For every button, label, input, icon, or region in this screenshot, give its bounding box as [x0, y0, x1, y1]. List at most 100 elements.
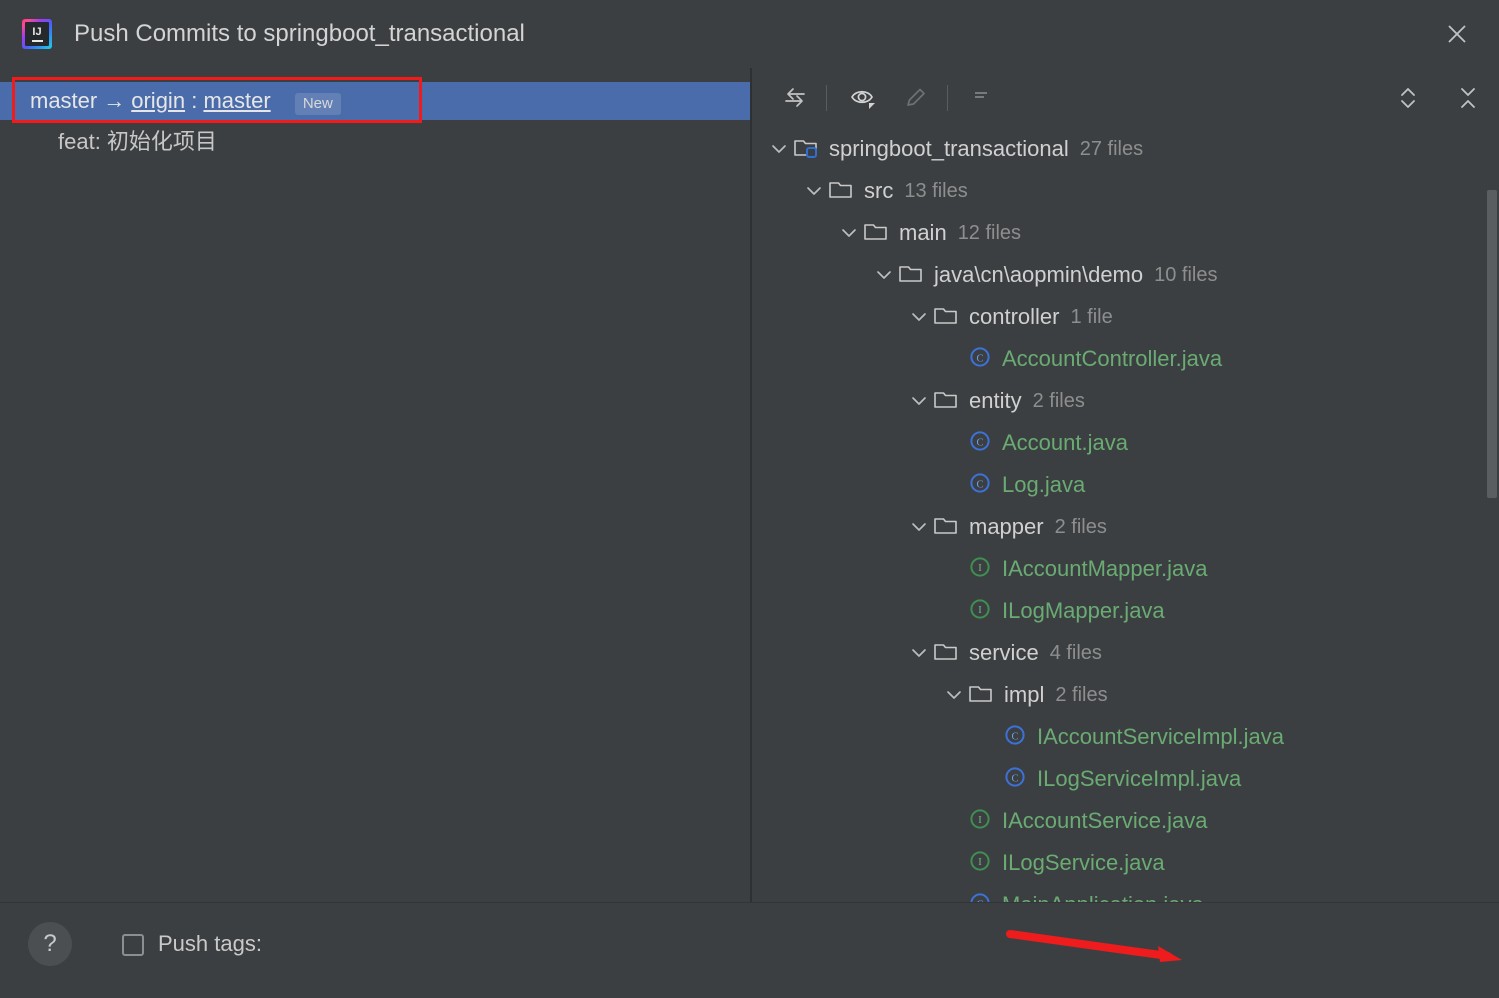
changed-files-tree[interactable]: springboot_transactional 27 files src 13 fi…: [752, 128, 1499, 902]
chevron-down-icon[interactable]: [911, 648, 927, 658]
new-branch-badge: New: [294, 93, 341, 115]
java-interface-icon: I: [967, 806, 993, 837]
tree-row[interactable]: controller 1 file: [752, 296, 1499, 338]
java-class-icon: C: [967, 344, 993, 375]
target-branch-link[interactable]: master: [203, 88, 270, 113]
tree-row[interactable]: I IAccountMapper.java: [752, 548, 1499, 590]
preview-diff-icon[interactable]: [841, 78, 887, 118]
tree-node-file-count: 10 files: [1154, 263, 1218, 286]
source-branch-label: master: [30, 88, 98, 113]
tree-expander[interactable]: [801, 178, 827, 204]
tree-expander[interactable]: [906, 640, 932, 666]
tree-row[interactable]: C MainApplication.java: [752, 884, 1499, 902]
tree-row[interactable]: C Account.java: [752, 422, 1499, 464]
tree-node-label: entity: [969, 388, 1022, 413]
tree-scrollbar-thumb[interactable]: [1487, 190, 1497, 498]
tree-node-file-count: 27 files: [1079, 137, 1144, 160]
tree-expander[interactable]: [871, 262, 897, 288]
tree-row[interactable]: impl 2 files: [752, 674, 1499, 716]
tree-node-label: IAccountMapper.java: [1002, 556, 1208, 581]
help-button[interactable]: ?: [28, 922, 72, 966]
tree-node-label: main: [899, 220, 947, 245]
tree-row[interactable]: service 4 files: [752, 632, 1499, 674]
tree-node-label: mapper: [969, 514, 1044, 539]
folder-icon: [932, 386, 960, 417]
folder-icon: [897, 260, 925, 291]
chevron-down-icon[interactable]: [911, 522, 927, 532]
tree-row[interactable]: C IAccountServiceImpl.java: [752, 716, 1499, 758]
expand-all-icon[interactable]: [1385, 78, 1431, 118]
tree-node-label: impl: [1004, 682, 1045, 707]
changed-files-panel: springboot_transactional 27 files src 13 fi…: [752, 68, 1499, 902]
chevron-down-icon[interactable]: [946, 690, 962, 700]
java-class-icon: C: [967, 470, 993, 501]
tree-node-file-count: 1 file: [1070, 305, 1113, 328]
tree-row[interactable]: I ILogService.java: [752, 842, 1499, 884]
chevron-down-icon[interactable]: [876, 270, 892, 280]
tree-expander[interactable]: [906, 388, 932, 414]
tree-row[interactable]: main 12 files: [752, 212, 1499, 254]
tree-row[interactable]: C ILogServiceImpl.java: [752, 758, 1499, 800]
dialog-title: Push Commits to springboot_transactional: [74, 20, 525, 47]
tree-scrollbar-track[interactable]: [1486, 128, 1499, 902]
tree-node-label: IAccountServiceImpl.java: [1037, 724, 1284, 749]
java-interface-icon: I: [967, 554, 993, 585]
folder-icon: [967, 680, 995, 711]
push-branch-row[interactable]: master → origin : master New: [0, 82, 750, 120]
tree-row[interactable]: springboot_transactional 27 files: [752, 128, 1499, 170]
tree-row[interactable]: src 13 files: [752, 170, 1499, 212]
push-tags-checkbox[interactable]: [122, 934, 144, 956]
chevron-down-icon[interactable]: [911, 312, 927, 322]
svg-text:I: I: [978, 605, 982, 616]
tree-row[interactable]: entity 2 files: [752, 380, 1499, 422]
edit-source-icon[interactable]: [893, 78, 939, 118]
chevron-down-icon[interactable]: [771, 144, 787, 154]
java-interface-icon: I: [967, 596, 993, 627]
tree-node-label: ILogServiceImpl.java: [1037, 766, 1242, 791]
tree-expander[interactable]: [941, 682, 967, 708]
tree-node-file-count: 4 files: [1049, 641, 1102, 664]
tree-row[interactable]: mapper 2 files: [752, 506, 1499, 548]
group-by-directory-icon[interactable]: [772, 78, 818, 118]
java-interface-icon: I: [967, 848, 993, 879]
java-class-icon: C: [967, 344, 993, 375]
tree-node-label: ILogService.java: [1002, 850, 1165, 875]
commit-message-row[interactable]: feat: 初始化项目: [58, 124, 217, 156]
tree-node-label: src: [864, 178, 894, 203]
tree-expander[interactable]: [766, 136, 792, 162]
tree-row[interactable]: I IAccountService.java: [752, 800, 1499, 842]
java-class-icon: C: [1002, 764, 1028, 795]
close-icon[interactable]: [1441, 18, 1473, 50]
chevron-down-icon[interactable]: [806, 186, 822, 196]
tree-expander[interactable]: [906, 304, 932, 330]
show-details-icon[interactable]: [962, 78, 1008, 118]
repository-folder-icon: [792, 134, 820, 165]
tree-row[interactable]: C Log.java: [752, 464, 1499, 506]
tree-node-label: ILogMapper.java: [1002, 598, 1165, 623]
repository-folder-icon: [792, 134, 820, 165]
dialog-button-bar: ? Push tags: All Push Cancel CSDN @白豆五: [0, 902, 1499, 998]
logo-underscore: [31, 39, 43, 42]
folder-icon: [932, 512, 960, 543]
tree-row[interactable]: C AccountController.java: [752, 338, 1499, 380]
remote-link[interactable]: origin: [131, 88, 185, 113]
java-class-icon: C: [967, 890, 993, 902]
tree-node-label: Account.java: [1002, 430, 1128, 455]
tree-expander[interactable]: [836, 220, 862, 246]
tree-node-file-count: 13 files: [904, 179, 968, 202]
folder-icon: [862, 218, 890, 249]
folder-icon: [967, 680, 995, 711]
tree-node-label: Log.java: [1002, 472, 1086, 497]
java-class-icon: C: [1002, 722, 1028, 753]
folder-icon: [897, 260, 925, 291]
chevron-down-icon[interactable]: [911, 396, 927, 406]
folder-icon: [932, 302, 960, 333]
tree-row[interactable]: I ILogMapper.java: [752, 590, 1499, 632]
chevron-down-icon[interactable]: [841, 228, 857, 238]
folder-icon: [862, 218, 890, 249]
java-class-icon: C: [1002, 722, 1028, 753]
tree-expander[interactable]: [906, 514, 932, 540]
tree-row[interactable]: java\cn\aopmin\demo 10 files: [752, 254, 1499, 296]
collapse-all-icon[interactable]: [1445, 78, 1491, 118]
tree-node-label: IAccountService.java: [1002, 808, 1208, 833]
